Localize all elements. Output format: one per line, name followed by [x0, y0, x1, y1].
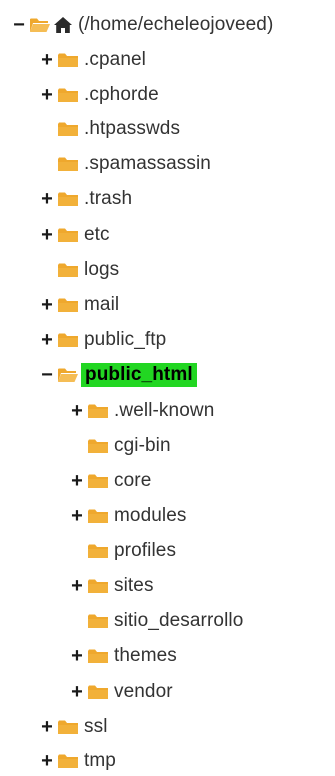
folder-label[interactable]: vendor [114, 681, 173, 703]
file-tree: − (/home/echeleojoveed) + .cpanel + .cph… [0, 0, 335, 776]
no-toggle [40, 255, 54, 285]
folder-label[interactable]: .well-known [114, 400, 214, 422]
expand-toggle[interactable]: + [70, 501, 84, 531]
folder-icon [88, 543, 108, 559]
tree-item-tmp[interactable]: + tmp [40, 746, 116, 776]
folder-label[interactable]: cgi-bin [114, 435, 171, 457]
tree-item-well-known[interactable]: + .well-known [70, 396, 214, 426]
folder-icon [58, 297, 78, 313]
folder-icon [58, 52, 78, 68]
expand-toggle[interactable]: + [40, 80, 54, 110]
folder-icon [58, 262, 78, 278]
expand-toggle[interactable]: + [40, 325, 54, 355]
root-path-label[interactable]: (/home/echeleojoveed) [78, 14, 273, 36]
folder-label[interactable]: sitio_desarrollo [114, 610, 243, 632]
open-folder-icon [58, 367, 78, 383]
expand-toggle[interactable]: + [70, 571, 84, 601]
expand-toggle[interactable]: + [70, 396, 84, 426]
folder-label[interactable]: public_ftp [84, 329, 166, 351]
selected-folder-label[interactable]: public_html [81, 363, 197, 387]
folder-icon [88, 578, 108, 594]
tree-root-row[interactable]: − (/home/echeleojoveed) [12, 10, 273, 40]
collapse-toggle[interactable]: − [12, 10, 26, 40]
tree-item-trash[interactable]: + .trash [40, 184, 132, 214]
folder-label[interactable]: logs [84, 259, 119, 281]
no-toggle [70, 431, 84, 461]
folder-label[interactable]: mail [84, 294, 119, 316]
expand-toggle[interactable]: + [70, 466, 84, 496]
collapse-toggle[interactable]: − [40, 360, 54, 390]
tree-item-logs[interactable]: logs [40, 255, 119, 285]
open-folder-icon [30, 17, 50, 33]
no-toggle [70, 536, 84, 566]
folder-icon [58, 191, 78, 207]
tree-item-core[interactable]: + core [70, 466, 151, 496]
tree-item-sitio-desarrollo[interactable]: sitio_desarrollo [70, 606, 243, 636]
folder-icon [58, 719, 78, 735]
folder-icon [88, 403, 108, 419]
folder-icon [58, 753, 78, 769]
folder-label[interactable]: tmp [84, 750, 116, 772]
expand-toggle[interactable]: + [40, 184, 54, 214]
folder-label[interactable]: .spamassassin [84, 153, 211, 175]
folder-icon [58, 121, 78, 137]
folder-icon [88, 613, 108, 629]
folder-label[interactable]: .cpanel [84, 49, 146, 71]
folder-label[interactable]: ssl [84, 716, 108, 738]
folder-icon [88, 648, 108, 664]
folder-icon [58, 87, 78, 103]
folder-icon [58, 156, 78, 172]
folder-icon [58, 227, 78, 243]
expand-toggle[interactable]: + [40, 45, 54, 75]
home-icon [54, 17, 72, 33]
folder-label[interactable]: etc [84, 224, 110, 246]
expand-toggle[interactable]: + [40, 290, 54, 320]
folder-label[interactable]: core [114, 470, 151, 492]
expand-toggle[interactable]: + [70, 677, 84, 707]
tree-item-vendor[interactable]: + vendor [70, 677, 173, 707]
tree-item-public-html[interactable]: − public_html [40, 360, 197, 390]
expand-toggle[interactable]: + [40, 220, 54, 250]
folder-label[interactable]: sites [114, 575, 154, 597]
folder-label[interactable]: .trash [84, 188, 132, 210]
tree-item-public-ftp[interactable]: + public_ftp [40, 325, 166, 355]
folder-icon [88, 508, 108, 524]
folder-icon [58, 332, 78, 348]
tree-item-mail[interactable]: + mail [40, 290, 119, 320]
tree-item-sites[interactable]: + sites [70, 571, 154, 601]
tree-item-cgi-bin[interactable]: cgi-bin [70, 431, 171, 461]
no-toggle [40, 114, 54, 144]
tree-item-cpanel[interactable]: + .cpanel [40, 45, 146, 75]
no-toggle [40, 149, 54, 179]
folder-icon [88, 438, 108, 454]
no-toggle [70, 606, 84, 636]
tree-item-profiles[interactable]: profiles [70, 536, 176, 566]
folder-label[interactable]: modules [114, 505, 187, 527]
expand-toggle[interactable]: + [40, 746, 54, 776]
tree-item-cphorde[interactable]: + .cphorde [40, 80, 159, 110]
expand-toggle[interactable]: + [40, 712, 54, 742]
folder-icon [88, 473, 108, 489]
expand-toggle[interactable]: + [70, 641, 84, 671]
tree-item-htpasswds[interactable]: .htpasswds [40, 114, 180, 144]
tree-item-ssl[interactable]: + ssl [40, 712, 108, 742]
folder-label[interactable]: profiles [114, 540, 176, 562]
tree-item-spamassassin[interactable]: .spamassassin [40, 149, 211, 179]
tree-item-themes[interactable]: + themes [70, 641, 177, 671]
folder-label[interactable]: .cphorde [84, 84, 159, 106]
tree-item-etc[interactable]: + etc [40, 220, 110, 250]
folder-label[interactable]: themes [114, 645, 177, 667]
folder-label[interactable]: .htpasswds [84, 118, 180, 140]
folder-icon [88, 684, 108, 700]
tree-item-modules[interactable]: + modules [70, 501, 187, 531]
